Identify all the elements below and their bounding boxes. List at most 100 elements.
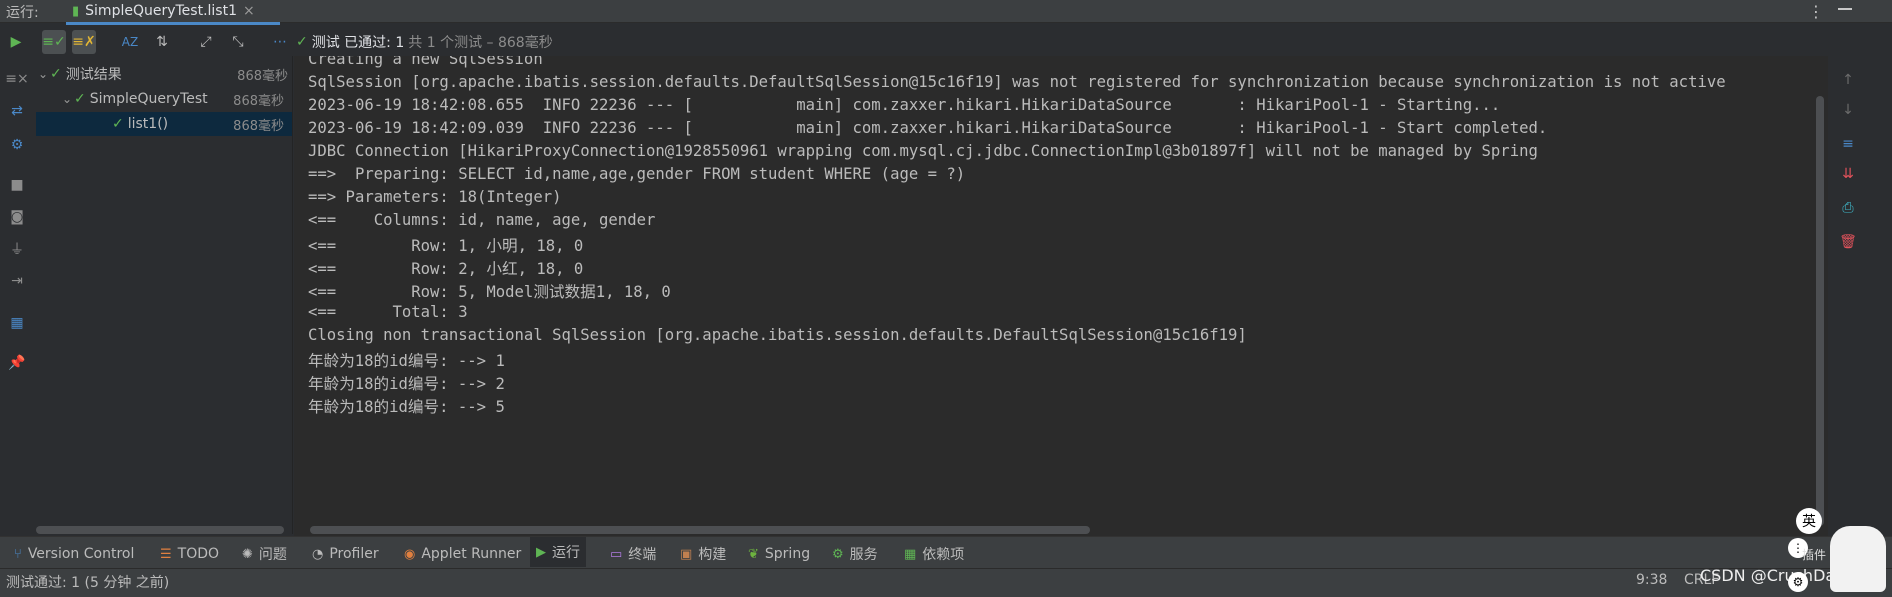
profiler-icon: ◔: [312, 546, 324, 562]
tree-item-label: SimpleQueryTest: [89, 91, 208, 107]
console-horizontal-scrollbar[interactable]: [310, 526, 1090, 534]
console-line: <== Row: 2, 小红, 18, 0: [308, 260, 584, 278]
sort-alpha-icon[interactable]: AZ: [118, 30, 142, 54]
tool-spring[interactable]: ❦ Spring: [748, 544, 810, 564]
console-vertical-scrollbar[interactable]: [1816, 96, 1824, 526]
console-line: JDBC Connection [HikariProxyConnection@1…: [308, 142, 1538, 160]
tool-label: Profiler: [329, 546, 379, 562]
console-line: 年龄为18的id编号: --> 1: [308, 352, 505, 370]
tool-label: Applet Runner: [421, 546, 522, 562]
todo-icon: ☰: [160, 546, 172, 562]
caret-position[interactable]: 9:38: [1636, 572, 1667, 588]
tool-build[interactable]: ▣ 构建: [680, 544, 726, 564]
down-arrow-icon[interactable]: ↓: [1838, 100, 1858, 120]
status-detail: 共 1 个测试 – 868毫秒: [408, 35, 553, 51]
tool-label: 问题: [258, 547, 287, 563]
tool-todo[interactable]: ☰ TODO: [160, 544, 219, 564]
test-status-summary: ✓ 测试 已通过: 1 共 1 个测试 – 868毫秒: [296, 32, 553, 52]
tree-item-time: 868毫秒: [233, 118, 284, 134]
tool-version-control[interactable]: ⑂ Version Control: [14, 544, 134, 564]
console-line: SqlSession [org.apache.ibatis.session.de…: [308, 73, 1726, 91]
tool-label: 构建: [698, 547, 727, 563]
close-icon[interactable]: ×: [243, 3, 255, 19]
services-icon: ⚙: [832, 546, 844, 562]
show-ignored-icon[interactable]: ≡✗: [72, 30, 96, 54]
left-action-strip: [0, 56, 32, 536]
stop-icon[interactable]: ■: [8, 176, 26, 194]
plug-icon[interactable]: ⏚: [8, 240, 26, 258]
sort-duration-icon[interactable]: ⇅: [150, 30, 174, 54]
console-line: ==> Parameters: 18(Integer): [308, 188, 562, 206]
gear-icon[interactable]: ⚙: [1788, 572, 1808, 592]
layout-icon[interactable]: ▦: [8, 314, 26, 332]
up-arrow-icon[interactable]: ↑: [1838, 70, 1858, 90]
mascot-avatar: [1830, 526, 1886, 592]
build-icon: ▣: [680, 546, 693, 562]
status-title: 测试 已通过: 1: [311, 35, 405, 51]
check-circle-icon: ✓: [112, 116, 124, 132]
tool-label: 运行: [552, 545, 580, 561]
run-tab[interactable]: ▮ SimpleQueryTest.list1 ×: [66, 0, 261, 22]
problems-icon: ✺: [242, 546, 253, 562]
expand-all-icon[interactable]: ⤢: [194, 30, 218, 54]
tree-item-method[interactable]: ✓ list1() 868毫秒: [36, 112, 292, 136]
tool-label: 服务: [849, 547, 878, 563]
tool-services[interactable]: ⚙ 服务: [832, 544, 878, 564]
more-options-icon[interactable]: ⋮: [1808, 2, 1824, 21]
tool-profiler[interactable]: ◔ Profiler: [312, 544, 379, 564]
tree-item-class[interactable]: ⌄ ✓ SimpleQueryTest 868毫秒: [60, 87, 292, 111]
more-icon[interactable]: ⋯: [268, 30, 292, 54]
tool-problems[interactable]: ✺ 问题: [242, 544, 287, 564]
chevron-down-icon[interactable]: ⌄: [60, 92, 74, 106]
console-line: <== Total: 3: [308, 303, 468, 321]
applet-icon: ◉: [404, 546, 416, 562]
tree-item-time: 868毫秒: [237, 68, 288, 84]
active-tab-underline: [66, 22, 280, 25]
exit-icon[interactable]: ⇥: [8, 272, 26, 290]
chevron-down-icon[interactable]: ⌄: [36, 67, 50, 81]
tool-label: TODO: [177, 546, 220, 562]
tree-item-label: list1(): [127, 116, 169, 132]
trash-icon[interactable]: 🗑: [1838, 232, 1858, 252]
tool-dependencies[interactable]: ▦ 依赖项: [904, 544, 964, 564]
tool-label: Version Control: [27, 546, 135, 562]
tool-label: 依赖项: [922, 547, 965, 563]
tool-terminal[interactable]: ▭ 终端: [610, 544, 656, 564]
spring-icon: ❦: [748, 546, 759, 562]
tree-horizontal-scrollbar[interactable]: [36, 526, 284, 534]
console-line: 年龄为18的id编号: --> 5: [308, 398, 505, 416]
minimize-icon[interactable]: [1838, 8, 1852, 10]
show-passed-icon[interactable]: ≡✓: [42, 30, 66, 54]
run-tab-bar: [0, 0, 1892, 23]
camera-icon[interactable]: ◙: [8, 208, 26, 226]
run-icon: ▶: [536, 544, 546, 560]
run-icon[interactable]: ▶: [4, 30, 28, 54]
status-bar: [0, 568, 1892, 597]
run-label: 运行:: [6, 5, 39, 21]
right-action-strip: [1828, 56, 1892, 536]
tool-applet-runner[interactable]: ◉ Applet Runner: [404, 544, 521, 564]
branch-icon: ⑂: [14, 546, 22, 562]
plugin-label[interactable]: 插件: [1802, 546, 1826, 563]
check-circle-icon: ✓: [296, 34, 308, 50]
collapse-all-icon[interactable]: ⤡: [226, 30, 250, 54]
terminal-icon: ▭: [610, 546, 623, 562]
console-output[interactable]: Creating a new SqlSession SqlSession [or…: [294, 56, 1828, 536]
tree-item-root[interactable]: ⌄ ✓ 测试结果 868毫秒: [36, 62, 296, 86]
tool-run[interactable]: ▶ 运行: [530, 537, 586, 567]
check-circle-icon: ✓: [74, 91, 86, 107]
check-circle-icon: ✓: [50, 66, 62, 82]
tree-item-label: 测试结果: [65, 67, 122, 83]
soft-wrap-icon[interactable]: ≡: [1838, 134, 1858, 154]
pin-icon[interactable]: 📌: [8, 354, 26, 372]
gear-icon[interactable]: ⚙: [8, 136, 26, 154]
tool-label: 终端: [628, 547, 657, 563]
console-line: Closing non transactional SqlSession [or…: [308, 326, 1247, 344]
clear-icon[interactable]: ≡×: [5, 70, 28, 88]
ime-indicator[interactable]: 英: [1796, 508, 1822, 534]
test-class-icon: ▮: [72, 3, 80, 19]
rerun-icon[interactable]: ⇄: [8, 102, 26, 120]
status-message[interactable]: 测试通过: 1 (5 分钟 之前): [6, 572, 169, 592]
scroll-to-end-icon[interactable]: ⇊: [1838, 164, 1858, 184]
print-icon[interactable]: ⎙: [1838, 198, 1858, 218]
